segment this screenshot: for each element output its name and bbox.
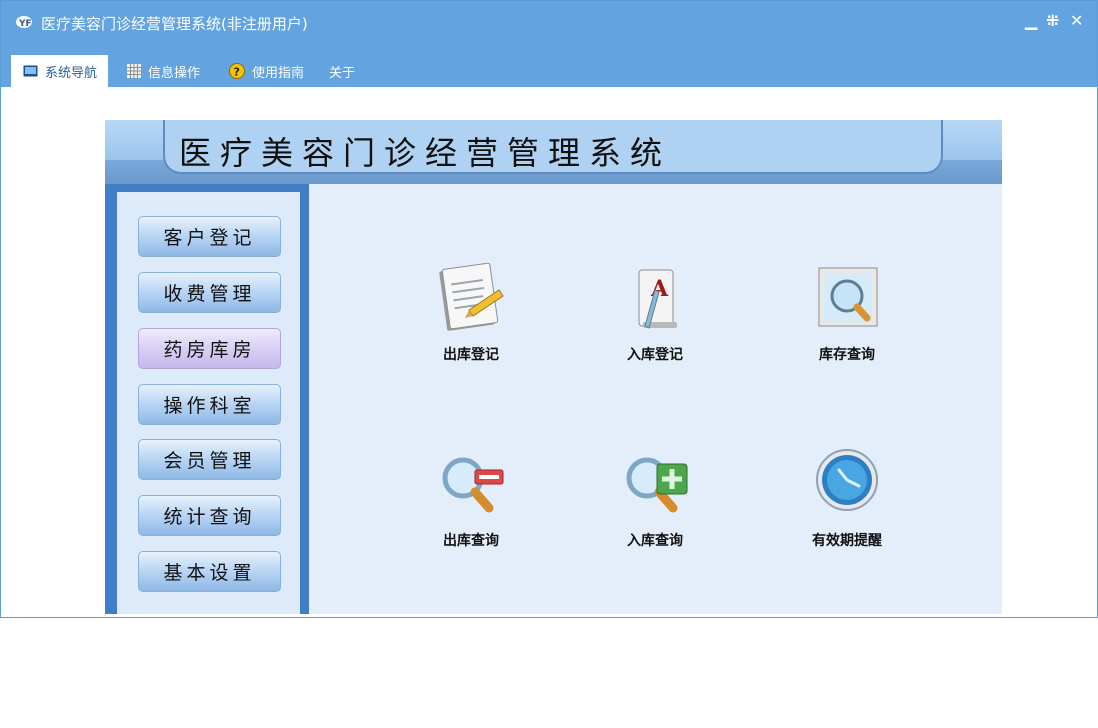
tab-about[interactable]: 关于 bbox=[329, 55, 355, 87]
sidebar-item-pharmacy-warehouse[interactable]: 药房库房 bbox=[138, 328, 281, 369]
tab-label: 使用指南 bbox=[252, 65, 305, 81]
document-letter-a-icon: A bbox=[638, 269, 677, 329]
sidebar: 客户登记 收费管理 药房库房 操作科室 会员管理 统计查询 基本设置 bbox=[105, 184, 309, 614]
tab-label: 关于 bbox=[329, 65, 356, 81]
main-panel: 出库登记 A 入库登记 库存查询 出库查询 入库查询 有效期提醒 bbox=[309, 184, 1002, 614]
tab-info-operation[interactable]: 信息操作 bbox=[127, 55, 200, 87]
inbound-register-item[interactable]: A 入库登记 bbox=[595, 260, 715, 364]
sidebar-item-fee-management[interactable]: 收费管理 bbox=[138, 272, 281, 313]
svg-text:?: ? bbox=[234, 66, 240, 79]
magnifier-plus-icon bbox=[626, 457, 688, 513]
magnifier-minus-icon bbox=[442, 457, 504, 513]
title-bar: YF 医疗美容门诊经营管理系统(非注册用户) ▁ ⁜ ✕ bbox=[1, 1, 1097, 45]
app-header: 医疗美容门诊经营管理系统 bbox=[105, 120, 1002, 185]
expiry-reminder-item[interactable]: 有效期提醒 bbox=[787, 446, 907, 550]
tab-user-guide[interactable]: ? 使用指南 bbox=[229, 55, 304, 87]
app-panel: 医疗美容门诊经营管理系统 客户登记 收费管理 药房库房 操作科室 会员管理 统计… bbox=[105, 120, 1002, 614]
tab-system-navigation[interactable]: 系统导航 bbox=[11, 55, 108, 87]
magnifier-screen-icon bbox=[818, 267, 878, 327]
item-label: 入库登记 bbox=[627, 347, 683, 363]
item-label: 出库登记 bbox=[443, 347, 499, 363]
app-title: 医疗美容门诊经营管理系统 bbox=[179, 134, 672, 172]
close-button[interactable]: ✕ bbox=[1070, 11, 1083, 30]
monitor-icon bbox=[23, 65, 38, 77]
restore-button[interactable]: ⁜ bbox=[1046, 11, 1059, 30]
clock-icon bbox=[816, 449, 878, 511]
inventory-query-item[interactable]: 库存查询 bbox=[787, 260, 907, 364]
item-label: 库存查询 bbox=[819, 347, 875, 363]
sidebar-item-statistics-query[interactable]: 统计查询 bbox=[138, 495, 281, 536]
item-label: 出库查询 bbox=[443, 533, 499, 549]
item-label: 入库查询 bbox=[627, 533, 683, 549]
sidebar-item-operation-department[interactable]: 操作科室 bbox=[138, 384, 281, 425]
outbound-register-item[interactable]: 出库登记 bbox=[411, 260, 531, 364]
sidebar-item-member-management[interactable]: 会员管理 bbox=[138, 439, 281, 480]
help-icon: ? bbox=[229, 63, 245, 79]
outbound-query-item[interactable]: 出库查询 bbox=[411, 446, 531, 550]
minimize-button[interactable]: ▁ bbox=[1025, 11, 1037, 30]
window-title: 医疗美容门诊经营管理系统(非注册用户) bbox=[41, 15, 308, 33]
tab-label: 系统导航 bbox=[45, 65, 98, 81]
svg-text:YF: YF bbox=[18, 19, 32, 29]
sidebar-item-customer-registration[interactable]: 客户登记 bbox=[138, 216, 281, 257]
app-logo-icon: YF bbox=[16, 16, 32, 29]
menu-bar: 系统导航 信息操作 ? 使用指南 关于 bbox=[1, 45, 1097, 87]
tab-label: 信息操作 bbox=[148, 65, 201, 81]
inbound-query-item[interactable]: 入库查询 bbox=[595, 446, 715, 550]
grid-icon bbox=[127, 64, 141, 78]
item-label: 有效期提醒 bbox=[812, 533, 882, 549]
sidebar-item-basic-settings[interactable]: 基本设置 bbox=[138, 551, 281, 592]
notepad-pen-icon bbox=[439, 262, 504, 331]
sidebar-panel: 客户登记 收费管理 药房库房 操作科室 会员管理 统计查询 基本设置 bbox=[117, 192, 300, 614]
